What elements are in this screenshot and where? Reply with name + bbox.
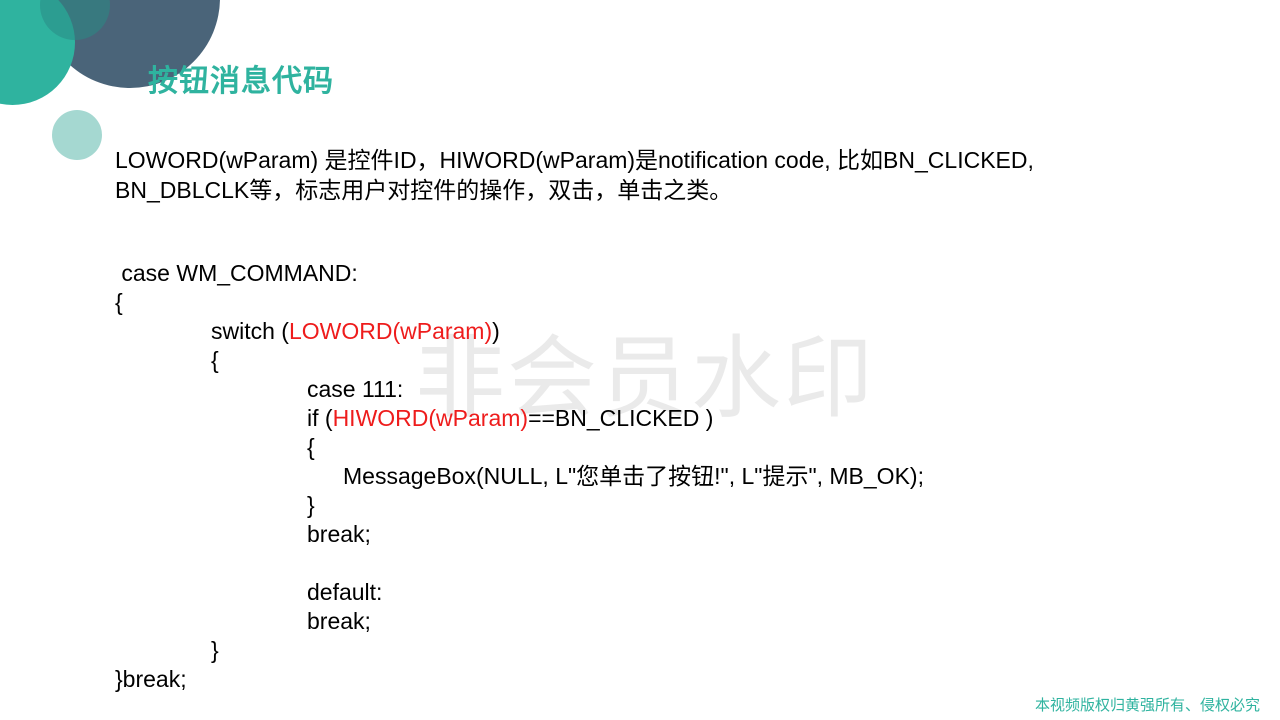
- decorative-circle-light: [52, 110, 102, 160]
- code-highlight: LOWORD(wParam): [288, 318, 493, 344]
- code-line: {: [307, 434, 315, 460]
- code-text: ): [492, 318, 500, 344]
- code-line: break;: [307, 521, 371, 547]
- intro-line-1: LOWORD(wParam) 是控件ID，HIWORD(wParam)是noti…: [115, 147, 1034, 173]
- intro-paragraph: LOWORD(wParam) 是控件ID，HIWORD(wParam)是noti…: [115, 145, 1125, 205]
- copyright-footer: 本视频版权归黄强所有、侵权必究: [1034, 697, 1260, 714]
- code-line: }break;: [115, 666, 187, 692]
- code-line: if (HIWORD(wParam)==BN_CLICKED ): [115, 404, 924, 433]
- code-line: default:: [307, 579, 383, 605]
- code-line: case WM_COMMAND:: [115, 260, 358, 286]
- code-highlight: HIWORD(wParam): [332, 405, 529, 431]
- code-line: {: [211, 347, 219, 373]
- code-text: switch (: [211, 318, 289, 344]
- code-line: break;: [307, 608, 371, 634]
- code-text: ==BN_CLICKED ): [528, 405, 714, 431]
- code-line: }: [307, 492, 315, 518]
- code-text: if (: [307, 405, 333, 431]
- code-line: }: [211, 637, 219, 663]
- code-line: {: [115, 289, 123, 315]
- code-line: case 111:: [307, 376, 404, 402]
- code-line: switch (LOWORD(wParam)): [115, 317, 924, 346]
- code-block: case WM_COMMAND: { switch (LOWORD(wParam…: [115, 259, 924, 694]
- slide-title: 按钮消息代码: [148, 65, 334, 98]
- code-line: MessageBox(NULL, L"您单击了按钮!", L"提示", MB_O…: [343, 463, 924, 489]
- intro-line-2: BN_DBLCLK等，标志用户对控件的操作，双击，单击之类。: [115, 177, 733, 203]
